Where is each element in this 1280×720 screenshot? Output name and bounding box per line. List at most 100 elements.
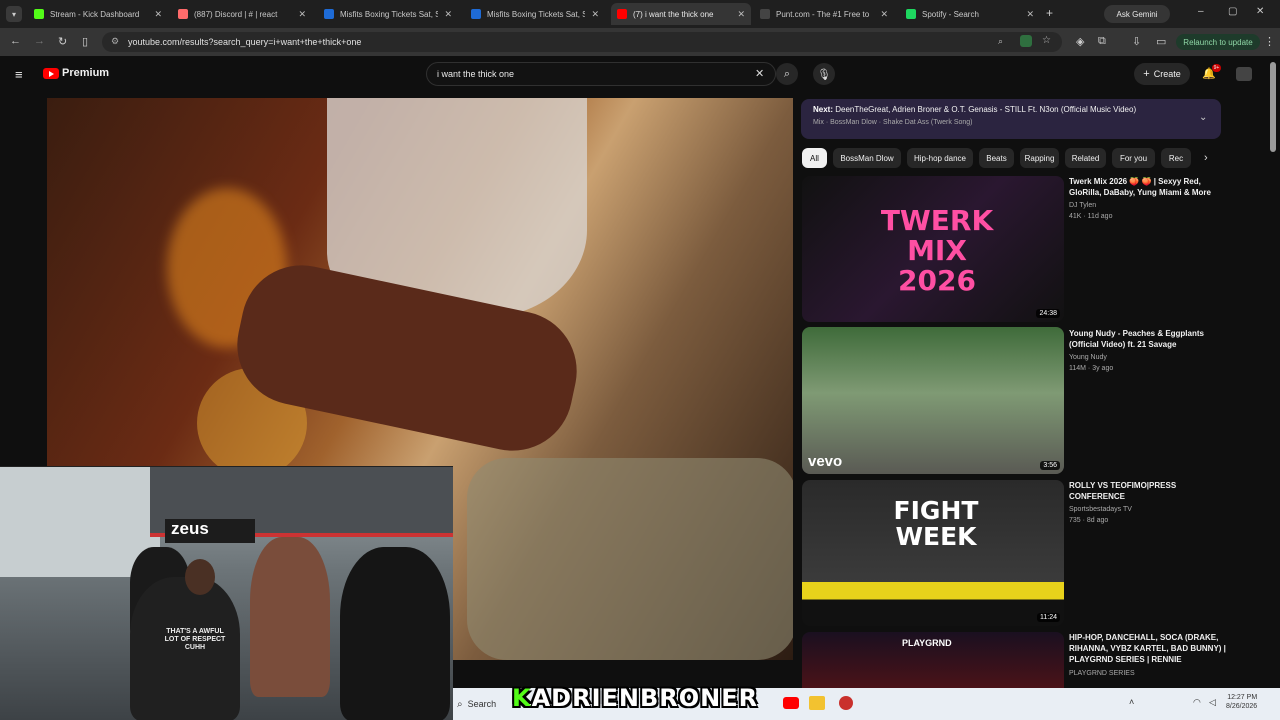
browser-tab-4[interactable]: Misfits Boxing Tickets Sat, S ✕ (465, 3, 605, 25)
filter-chip-1[interactable]: All (802, 148, 827, 168)
video-duration-2: 3:56 (1040, 461, 1060, 470)
ask-gemini-label: Ask Gemini (1116, 9, 1158, 19)
webcam-person-front-head (185, 559, 215, 595)
tab-favicon-icon (906, 9, 916, 19)
filter-chip-2[interactable]: BossMan Dlow (833, 148, 901, 168)
chips-next-chevron-icon[interactable]: › (1204, 152, 1208, 164)
youtube-logo[interactable]: Premium (43, 67, 109, 79)
taskbar-folder-icon[interactable] (809, 696, 825, 710)
tab-title: (7) i want the thick one (633, 9, 714, 19)
youtube-play-logo-icon (43, 67, 59, 79)
filter-chip-4[interactable]: Beats (979, 148, 1014, 168)
wifi-icon[interactable]: ◠ (1193, 697, 1201, 708)
video-title-4[interactable]: HIP-HOP, DANCEHALL, SOCA (DRAKE, RIHANNA… (1069, 632, 1229, 665)
back-icon[interactable]: ← (10, 35, 21, 47)
profile-shield-icon[interactable]: ◈ (1076, 35, 1084, 48)
video-thumbnail-2[interactable]: vevo 3:56 (802, 327, 1064, 474)
browser-tab-1[interactable]: Stream - Kick Dashboard ✕ (28, 3, 168, 25)
video-meta-3: 735 · 8d ago (1069, 517, 1109, 524)
video-title-3[interactable]: ROLLY VS TEOFIMO|PRESS CONFERENCE (1069, 480, 1229, 502)
sidebar-icon[interactable]: ▯ (82, 35, 88, 48)
search-button-icon[interactable]: ⌕ (776, 63, 798, 85)
close-window-button[interactable]: ✕ (1256, 6, 1264, 17)
thumbnail-text-2: vevo (808, 453, 843, 470)
voice-search-mic-icon[interactable]: 🎙 (813, 63, 835, 85)
filter-chip-8[interactable]: Rec (1161, 148, 1191, 168)
account-avatar[interactable] (1236, 67, 1252, 81)
browser-tab-7[interactable]: Spotify - Search ✕ (900, 3, 1040, 25)
video-thumbnail-3[interactable]: FIGHT WEEK 11:24 (802, 480, 1064, 626)
kick-k-logo: K (512, 684, 532, 712)
page-scrollbar[interactable] (1270, 62, 1276, 152)
site-info-icon[interactable]: ⚙ (111, 36, 119, 47)
tab-favicon-icon (617, 9, 627, 19)
video-thumbnail-4[interactable]: PLAYGRND (802, 632, 1064, 688)
bookmark-star-icon[interactable]: ☆ (1042, 35, 1051, 46)
thumbnail-text-4: PLAYGRND (902, 638, 952, 648)
tab-title: Punt.com - The #1 Free to (776, 9, 870, 19)
ask-gemini-button[interactable]: Ask Gemini (1104, 5, 1170, 23)
address-bar[interactable]: ⚙ youtube.com/results?search_query=i+wan… (102, 32, 1062, 52)
video-thumbnail-1[interactable]: TWERK MIX 2026 24:38 (802, 176, 1064, 322)
minimize-button[interactable]: – (1198, 6, 1204, 17)
tab-close-icon[interactable]: ✕ (444, 9, 452, 20)
taskbar-search-label: Search (467, 699, 497, 709)
hamburger-menu-icon[interactable]: ≡ (15, 67, 23, 82)
expand-chevron-down-icon[interactable]: ⌄ (1199, 112, 1207, 123)
new-tab-button[interactable]: + (1046, 6, 1053, 20)
tab-favicon-icon (34, 9, 44, 19)
video-title-2[interactable]: Young Nudy - Peaches & Eggplants (Offici… (1069, 328, 1229, 350)
taskbar-time: 12:27 PM (1227, 694, 1258, 701)
taskbar-youtube-icon[interactable] (783, 697, 799, 709)
up-next-title: DeenTheGreat, Adrien Broner & O.T. Genas… (835, 105, 1137, 114)
extension-icon[interactable] (1020, 35, 1032, 47)
browser-tab-6[interactable]: Punt.com - The #1 Free to ✕ (754, 3, 894, 25)
browser-tab-5[interactable]: (7) i want the thick one ✕ (611, 3, 751, 25)
taskbar-search[interactable]: ⌕ Search (457, 694, 509, 714)
taskbar-clock[interactable]: 12:27 PM 8/26/2026 (1226, 693, 1257, 711)
forward-icon[interactable]: → (34, 35, 45, 47)
tab-title: Misfits Boxing Tickets Sat, S (487, 9, 586, 19)
video-channel-2[interactable]: Young Nudy (1069, 352, 1107, 363)
taskbar-app-icon[interactable] (839, 696, 853, 710)
filter-chip-6[interactable]: Related (1065, 148, 1106, 168)
relaunch-update-button[interactable]: Relaunch to update (1176, 34, 1260, 50)
up-next-panel[interactable]: Next: DeenTheGreat, Adrien Broner & O.T.… (801, 99, 1221, 139)
filter-chip-3[interactable]: Hip-hop dance (907, 148, 973, 168)
tab-close-icon[interactable]: ✕ (737, 9, 745, 20)
zoom-icon[interactable]: ⌕ (998, 36, 1003, 47)
tab-close-icon[interactable]: ✕ (298, 9, 306, 20)
tab-search-button[interactable]: ▾ (6, 6, 22, 22)
filter-chips: All BossMan Dlow Hip-hop dance Beats Rapping… (801, 148, 1221, 168)
tab-close-icon[interactable]: ✕ (1026, 9, 1034, 20)
create-button[interactable]: + Create (1134, 63, 1190, 85)
notification-count-badge: 9+ (1212, 64, 1221, 72)
extensions-puzzle-icon[interactable]: ⧉ (1098, 35, 1106, 48)
browser-tab-3[interactable]: Misfits Boxing Tickets Sat, S ✕ (318, 3, 458, 25)
tab-close-icon[interactable]: ✕ (154, 9, 162, 20)
tab-manager-icon[interactable]: ▭ (1156, 35, 1166, 48)
tab-title: Misfits Boxing Tickets Sat, S (340, 9, 439, 19)
tab-close-icon[interactable]: ✕ (880, 9, 888, 20)
downloads-icon[interactable]: ⇩ (1132, 35, 1141, 48)
video-channel-4[interactable]: PLAYGRND SERIES (1069, 668, 1135, 679)
youtube-search-input[interactable]: i want the thick one ✕ (426, 62, 776, 86)
video-channel-3[interactable]: Sportsbestadays TV (1069, 504, 1132, 515)
menu-kebab-icon[interactable]: ⋮ (1264, 35, 1275, 48)
filter-chip-7[interactable]: For you (1112, 148, 1155, 168)
browser-tab-2[interactable]: (887) Discord | # | react ✕ (172, 3, 312, 25)
filter-chip-5[interactable]: Rapping (1020, 148, 1059, 168)
create-label: Create (1153, 69, 1181, 79)
tab-favicon-icon (178, 9, 188, 19)
volume-icon[interactable]: ◁ (1209, 697, 1216, 708)
up-next-title-row: Next: DeenTheGreat, Adrien Broner & O.T.… (813, 105, 1209, 114)
tray-chevron-up-icon[interactable]: ˄ (1129, 697, 1134, 707)
tab-close-icon[interactable]: ✕ (591, 9, 599, 20)
clear-search-icon[interactable]: ✕ (755, 67, 764, 80)
maximize-button[interactable]: ▢ (1228, 6, 1237, 17)
tab-title: Spotify - Search (922, 9, 979, 19)
reload-icon[interactable]: ↻ (58, 35, 67, 48)
video-title-1[interactable]: Twerk Mix 2026 🍑 🍑 | Sexyy Red, GloRilla… (1069, 176, 1229, 198)
video-channel-1[interactable]: DJ Tylen (1069, 200, 1096, 211)
browser-toolbar: ← → ↻ ▯ ⚙ youtube.com/results?search_que… (0, 28, 1280, 56)
